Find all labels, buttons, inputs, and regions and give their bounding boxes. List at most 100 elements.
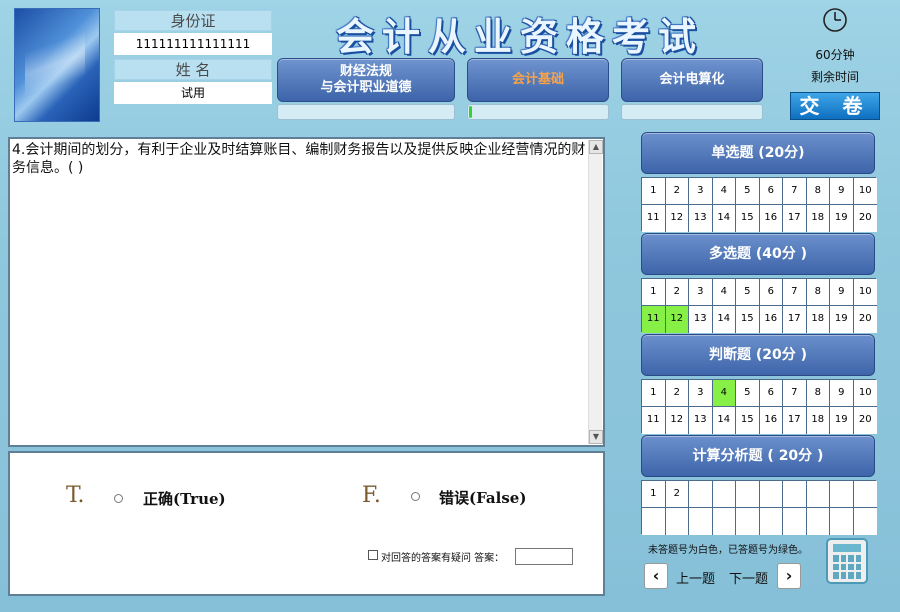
question-number-cell[interactable]: 12 xyxy=(665,306,689,333)
subject-tab-3[interactable]: 会计电算化 xyxy=(621,58,763,102)
prev-question-button[interactable]: 上一题 xyxy=(676,568,715,587)
option-letter-true: T. xyxy=(66,483,85,508)
question-number-cell[interactable]: 2 xyxy=(665,481,689,508)
question-number-cell[interactable]: 15 xyxy=(736,205,760,232)
question-number-cell[interactable]: 20 xyxy=(853,306,877,333)
id-label: 身份证 xyxy=(114,10,272,31)
question-number-cell[interactable]: 3 xyxy=(689,178,713,205)
question-number-cell[interactable]: 3 xyxy=(689,380,713,407)
question-number-cell[interactable]: 17 xyxy=(783,306,807,333)
question-number-cell[interactable]: 6 xyxy=(759,279,783,306)
calculator-icon[interactable] xyxy=(826,538,868,584)
question-grid-single-choice: 1 2 3 4 5 6 7 8 9 10 11 12 13 14 15 16 17 18 19 20 xyxy=(641,177,877,232)
option-text-false[interactable]: 错误(False) xyxy=(439,487,526,508)
question-number-cell[interactable]: 5 xyxy=(736,380,760,407)
question-number-cell[interactable]: 12 xyxy=(665,407,689,434)
question-number-cell[interactable]: 8 xyxy=(806,380,830,407)
question-panel: 4.会计期间的划分，有利于企业及时结算账目、编制财务报告以及提供反映企业经营情况… xyxy=(8,137,605,447)
question-number-cell[interactable]: 2 xyxy=(665,380,689,407)
question-number-cell[interactable]: 2 xyxy=(665,178,689,205)
section-single-choice[interactable]: 单选题 (20分) xyxy=(641,132,875,174)
next-question-button[interactable]: 下一题 xyxy=(729,568,768,587)
question-number-cell[interactable]: 19 xyxy=(830,205,854,232)
question-number-cell[interactable]: 8 xyxy=(806,279,830,306)
question-number-cell[interactable]: 1 xyxy=(642,279,666,306)
question-number-cell[interactable]: 16 xyxy=(759,306,783,333)
question-number-cell[interactable]: 4 xyxy=(712,178,736,205)
option-radio-false[interactable] xyxy=(411,492,420,501)
answer-legend: 未答题号为白色，已答题号为绿色。 xyxy=(648,545,808,556)
question-number-cell[interactable]: 5 xyxy=(736,178,760,205)
doubt-answer-input[interactable] xyxy=(515,548,573,565)
section-calculation[interactable]: 计算分析题 ( 20分 ) xyxy=(641,435,875,477)
option-radio-true[interactable] xyxy=(114,494,123,503)
question-number-cell[interactable]: 10 xyxy=(853,178,877,205)
prev-arrow-icon[interactable]: ‹ xyxy=(644,563,668,589)
question-number-cell[interactable]: 7 xyxy=(783,380,807,407)
id-value: 111111111111111 xyxy=(114,33,272,55)
question-number-cell[interactable]: 13 xyxy=(689,407,713,434)
question-number-cell[interactable]: 14 xyxy=(712,306,736,333)
question-number-cell xyxy=(712,481,736,508)
scroll-up-icon[interactable]: ▲ xyxy=(589,140,603,154)
question-scrollbar[interactable]: ▲ ▼ xyxy=(588,140,603,444)
question-number-cell[interactable]: 14 xyxy=(712,407,736,434)
question-number-cell xyxy=(806,508,830,535)
next-arrow-icon[interactable]: › xyxy=(777,563,801,589)
question-number-cell[interactable]: 11 xyxy=(642,205,666,232)
question-number-cell[interactable]: 8 xyxy=(806,178,830,205)
question-number-cell[interactable]: 19 xyxy=(830,306,854,333)
question-number-cell[interactable]: 15 xyxy=(736,407,760,434)
question-number-cell[interactable]: 3 xyxy=(689,279,713,306)
question-number-cell[interactable]: 6 xyxy=(759,178,783,205)
question-number-cell[interactable]: 9 xyxy=(830,178,854,205)
question-number-cell[interactable]: 11 xyxy=(642,306,666,333)
option-text-true[interactable]: 正确(True) xyxy=(143,488,226,509)
question-number-cell[interactable]: 17 xyxy=(783,407,807,434)
question-number-cell[interactable]: 20 xyxy=(853,407,877,434)
answer-panel: T. 正确(True) F. 错误(False) 对回答的答案有疑问 答案： xyxy=(8,451,605,596)
question-number-cell[interactable]: 1 xyxy=(642,178,666,205)
question-number-cell[interactable]: 16 xyxy=(759,205,783,232)
question-number-cell[interactable]: 18 xyxy=(806,407,830,434)
question-number-cell[interactable]: 18 xyxy=(806,205,830,232)
question-number-cell[interactable]: 16 xyxy=(759,407,783,434)
question-number-cell[interactable]: 17 xyxy=(783,205,807,232)
exam-title: 会计从业资格考试 xyxy=(335,14,704,59)
exam-logo xyxy=(14,8,100,122)
subject-tab-1[interactable]: 财经法规 与会计职业道德 xyxy=(277,58,455,102)
question-number-cell[interactable]: 4 xyxy=(712,380,736,407)
question-number-cell[interactable]: 15 xyxy=(736,306,760,333)
question-number-cell[interactable]: 11 xyxy=(642,407,666,434)
subject-progress-2 xyxy=(467,104,609,120)
question-number-cell[interactable]: 10 xyxy=(853,380,877,407)
question-text: 4.会计期间的划分，有利于企业及时结算账目、编制财务报告以及提供反映企业经营情况… xyxy=(12,142,586,176)
question-number-cell[interactable]: 9 xyxy=(830,279,854,306)
question-number-cell[interactable]: 14 xyxy=(712,205,736,232)
question-number-cell[interactable]: 10 xyxy=(853,279,877,306)
question-number-cell[interactable]: 20 xyxy=(853,205,877,232)
question-number-cell[interactable]: 13 xyxy=(689,205,713,232)
section-multi-choice[interactable]: 多选题 (40分 ) xyxy=(641,233,875,275)
question-number-cell[interactable]: 2 xyxy=(665,279,689,306)
question-number-cell[interactable]: 5 xyxy=(736,279,760,306)
section-true-false[interactable]: 判断题 (20分 ) xyxy=(641,334,875,376)
question-number-cell[interactable]: 19 xyxy=(830,407,854,434)
question-number-cell[interactable]: 7 xyxy=(783,178,807,205)
question-number-cell[interactable]: 12 xyxy=(665,205,689,232)
submit-button[interactable]: 交 卷 xyxy=(790,92,880,120)
subject-tab-2[interactable]: 会计基础 xyxy=(467,58,609,102)
question-number-cell[interactable]: 6 xyxy=(759,380,783,407)
scroll-down-icon[interactable]: ▼ xyxy=(589,430,603,444)
question-number-cell[interactable]: 7 xyxy=(783,279,807,306)
question-number-cell xyxy=(783,508,807,535)
question-number-cell[interactable]: 9 xyxy=(830,380,854,407)
question-number-cell[interactable]: 1 xyxy=(642,380,666,407)
doubt-checkbox[interactable] xyxy=(368,550,378,560)
question-number-cell xyxy=(853,481,877,508)
question-number-cell[interactable]: 1 xyxy=(642,481,666,508)
question-number-cell[interactable]: 4 xyxy=(712,279,736,306)
question-number-cell[interactable]: 18 xyxy=(806,306,830,333)
question-number-cell[interactable]: 13 xyxy=(689,306,713,333)
exam-window: 身份证 111111111111111 姓 名 试用 会计从业资格考试 财经法规… xyxy=(0,0,900,612)
